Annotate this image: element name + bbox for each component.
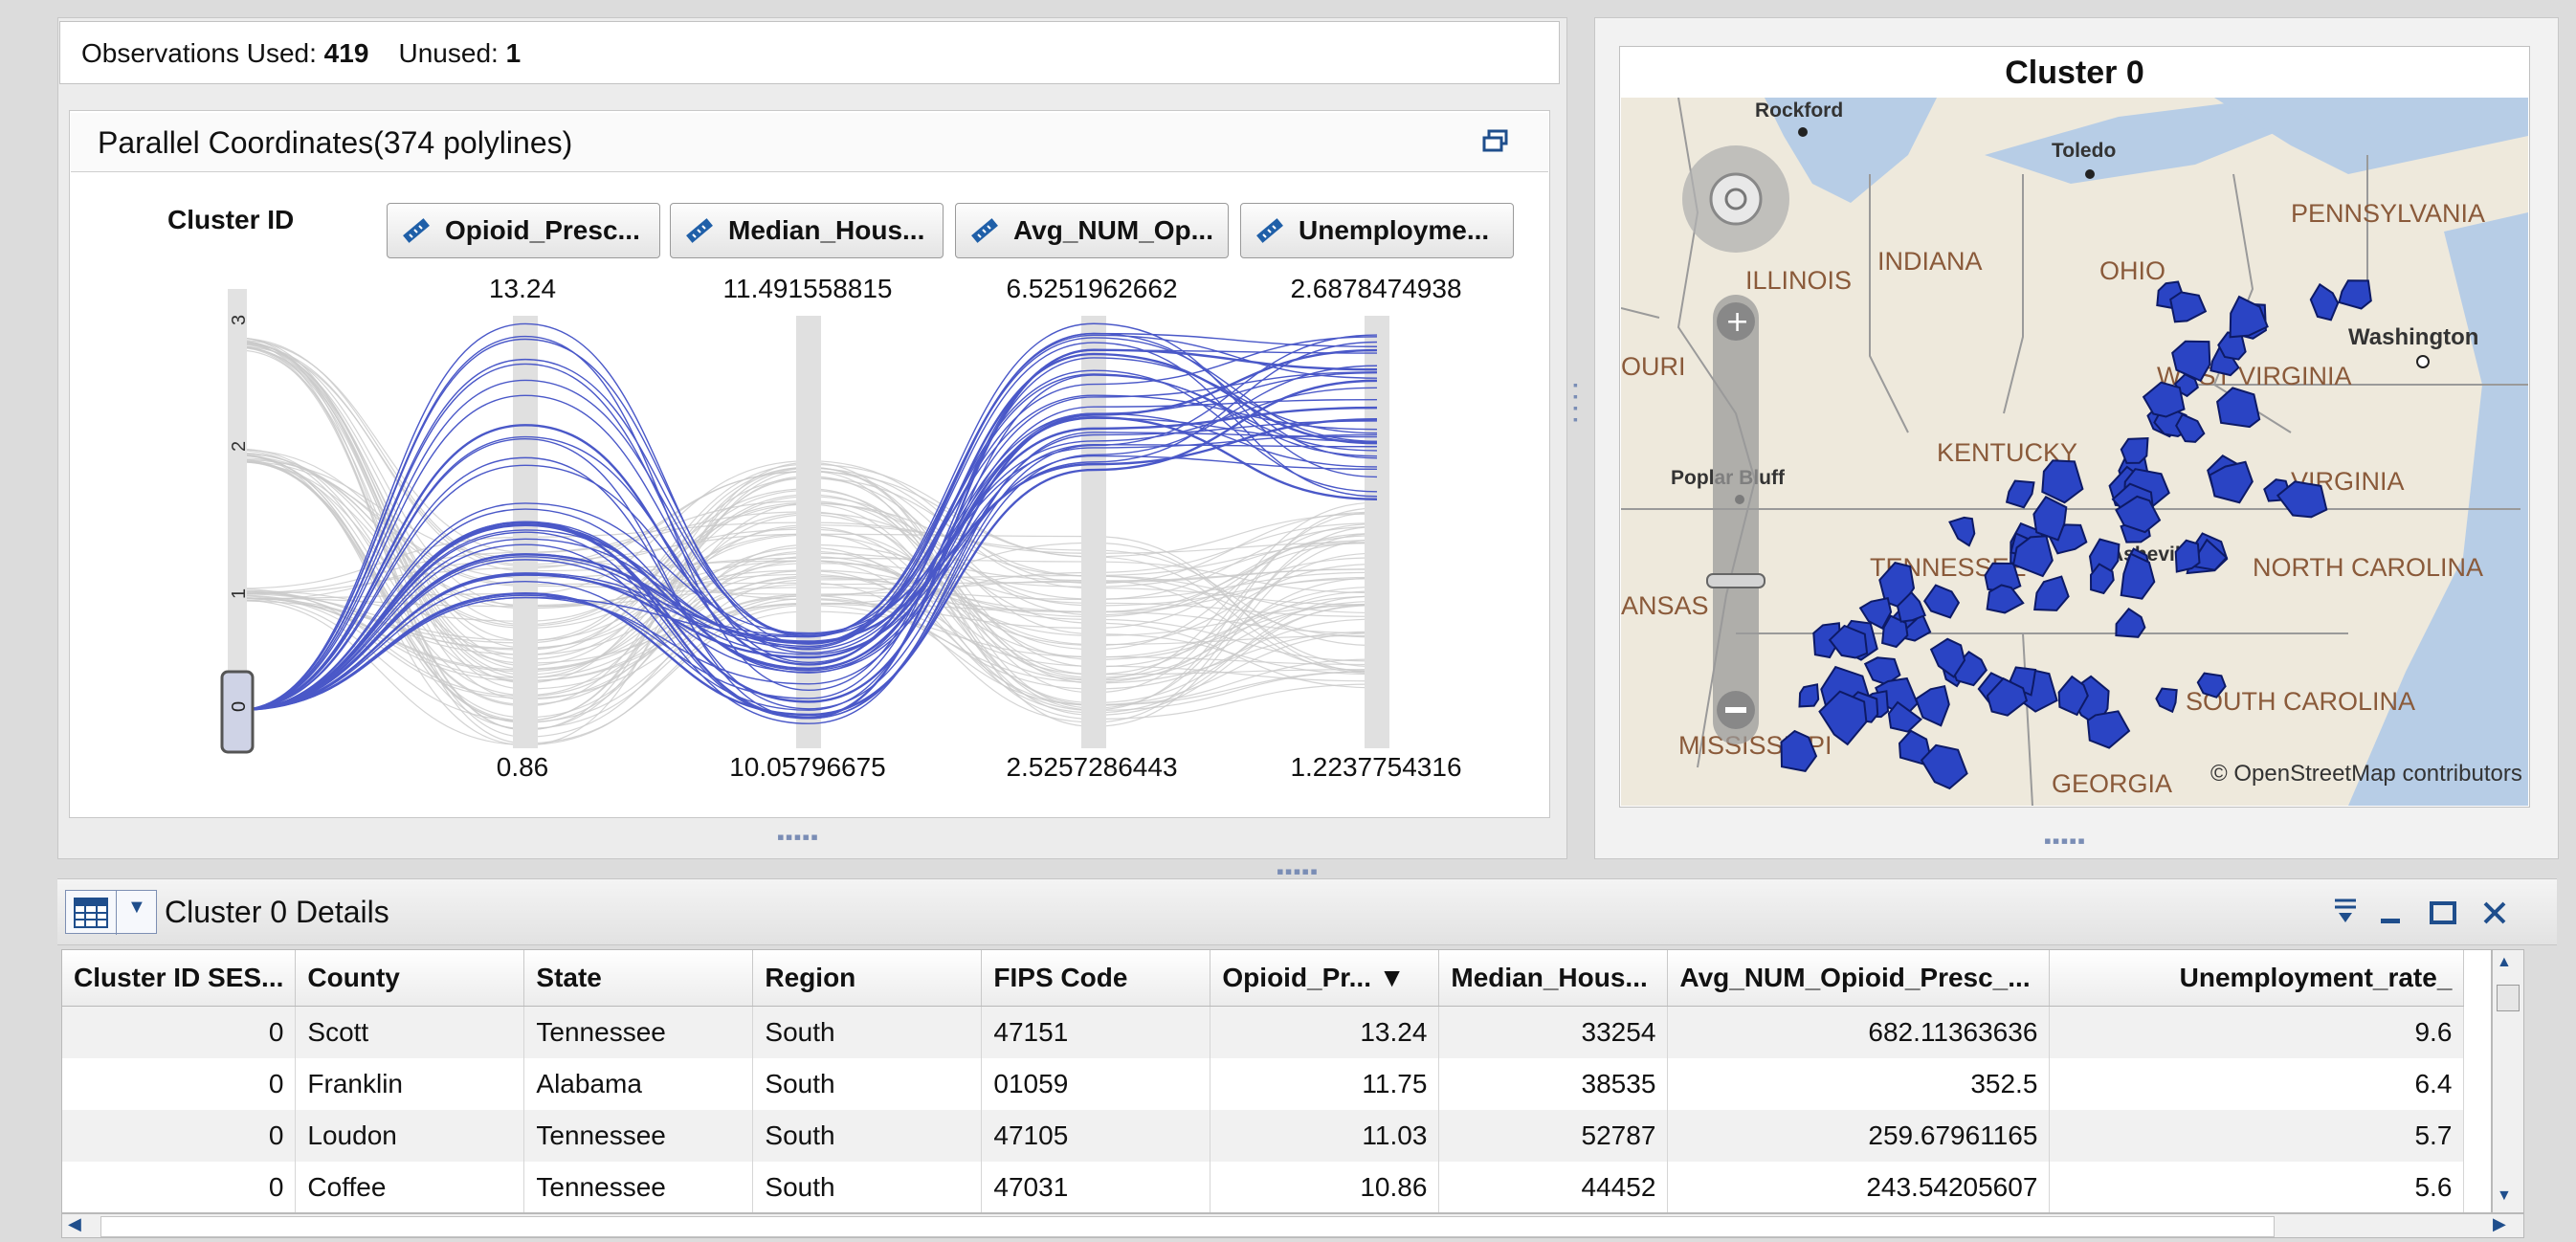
cell-avg-num-opioid: 259.67961165 — [1667, 1110, 2051, 1162]
svg-text:+: + — [1725, 305, 1749, 339]
panel-resize-handle[interactable]: ▪▪▪▪▪ — [777, 825, 819, 850]
parallel-coordinates-canvas: 3 2 1 0 — [220, 289, 1389, 754]
scroll-left-icon[interactable]: ◀ — [68, 1214, 81, 1234]
map-city-label: Rockford — [1755, 100, 1843, 122]
table-view-menu-button[interactable]: ▼ — [65, 890, 157, 935]
map-resize-handle[interactable]: ▪▪▪▪▪ — [2044, 829, 2086, 854]
cell-region: South — [752, 1006, 983, 1058]
map-navigation-controls: + — [1682, 145, 1789, 744]
scroll-up-icon[interactable]: ▲ — [2497, 954, 2512, 971]
details-title: Cluster 0 Details — [165, 895, 389, 929]
geo-map[interactable]: INDIANA OHIO ILLINOIS OURI WEST VIRGINIA… — [1621, 98, 2528, 806]
map-attribution: © OpenStreetMap contributors — [2210, 761, 2522, 787]
cell-avg-num-opioid: 243.54205607 — [1667, 1162, 2051, 1212]
cell-county: Loudon — [295, 1110, 525, 1162]
minimize-icon[interactable] — [2377, 896, 2406, 928]
column-header-county[interactable]: County — [295, 950, 525, 1007]
table-row[interactable]: 0 Franklin Alabama South 01059 11.75 385… — [62, 1058, 2465, 1110]
cell-cluster-id: 0 — [62, 1058, 297, 1110]
details-toolbar — [57, 878, 2557, 945]
table-row[interactable]: 0 Loudon Tennessee South 47105 11.03 527… — [62, 1110, 2465, 1162]
cell-fips: 01059 — [981, 1058, 1211, 1110]
map-label: NORTH CAROLINA — [2253, 553, 2483, 582]
map-label: OURI — [1621, 352, 1686, 381]
cluster-tick: 1 — [229, 588, 250, 599]
cell-unemployment: 6.4 — [2049, 1058, 2465, 1110]
map-title: Cluster 0 — [2005, 55, 2144, 91]
maximize-icon[interactable] — [2429, 896, 2457, 928]
map-city-label: Washington — [2348, 324, 2478, 350]
cell-region: South — [752, 1110, 983, 1162]
vertical-scrollbar[interactable]: ▲ ▼ — [2492, 949, 2524, 1213]
cluster-tick: 0 — [229, 701, 250, 712]
cell-opioid: 13.24 — [1210, 1006, 1440, 1058]
table-row[interactable]: 0 Coffee Tennessee South 47031 10.86 444… — [62, 1162, 2465, 1212]
cell-opioid: 10.86 — [1210, 1162, 1440, 1212]
cell-median-house: 33254 — [1438, 1006, 1669, 1058]
cell-fips: 47105 — [981, 1110, 1211, 1162]
cell-unemployment: 5.6 — [2049, 1162, 2465, 1212]
pan-center-icon[interactable] — [1709, 172, 1763, 226]
scroll-thumb[interactable] — [2497, 985, 2520, 1011]
cell-cluster-id: 0 — [62, 1110, 297, 1162]
cell-unemployment: 5.7 — [2049, 1110, 2465, 1162]
zoom-slider[interactable] — [1713, 295, 1759, 744]
chevron-down-icon: ▼ — [127, 897, 146, 918]
horizontal-scrollbar[interactable]: ◀ ▶ — [61, 1213, 2524, 1238]
cell-county: Coffee — [295, 1162, 525, 1212]
map-label: GEORGIA — [2052, 769, 2172, 798]
column-header-median-house[interactable]: Median_Hous... — [1438, 950, 1669, 1007]
map-label: INDIANA — [1877, 247, 1983, 276]
avg-num-opioid-axis[interactable] — [1081, 316, 1106, 748]
table-icon — [74, 898, 108, 928]
column-header-unemployment[interactable]: Unemployment_rate_ — [2049, 950, 2465, 1007]
cell-median-house: 38535 — [1438, 1058, 1669, 1110]
column-header-avg-num-opioid[interactable]: Avg_NUM_Opioid_Presc_... — [1667, 950, 2051, 1007]
horizontal-scroll-thumb[interactable] — [100, 1216, 2275, 1237]
cell-avg-num-opioid: 682.11363636 — [1667, 1006, 2051, 1058]
table-row[interactable]: 0 Scott Tennessee South 47151 13.24 3325… — [62, 1006, 2465, 1058]
column-header-opioid-prescribing[interactable]: Opioid_Pr... ▼ — [1210, 950, 1440, 1007]
cell-median-house: 52787 — [1438, 1110, 1669, 1162]
close-icon[interactable] — [2480, 896, 2509, 928]
cell-region: South — [752, 1162, 983, 1212]
cell-state: Tennessee — [523, 1162, 754, 1212]
column-header-cluster-id[interactable]: Cluster ID SES... — [62, 950, 297, 1007]
cell-unemployment: 9.6 — [2049, 1006, 2465, 1058]
cell-county: Scott — [295, 1006, 525, 1058]
scroll-right-icon[interactable]: ▶ — [2493, 1214, 2506, 1234]
map-label: PENNSYLVANIA — [2291, 199, 2485, 228]
details-table: Cluster ID SES... County State Region FI… — [61, 949, 2492, 1213]
scroll-down-icon[interactable]: ▼ — [2497, 1187, 2512, 1205]
map-label: OHIO — [2099, 256, 2165, 285]
cell-median-house: 44452 — [1438, 1162, 1669, 1212]
map-city-label: Toledo — [2052, 140, 2116, 162]
cell-cluster-id: 0 — [62, 1162, 297, 1212]
cell-region: South — [752, 1058, 983, 1110]
column-header-state[interactable]: State — [523, 950, 754, 1007]
zoom-slider-thumb[interactable] — [1706, 573, 1765, 588]
filter-icon[interactable] — [2331, 896, 2360, 928]
table-header-row: Cluster ID SES... County State Region FI… — [62, 950, 2465, 1007]
column-header-fips-code[interactable]: FIPS Code — [981, 950, 1211, 1007]
cell-avg-num-opioid: 352.5 — [1667, 1058, 2051, 1110]
cluster-tick: 3 — [229, 315, 250, 325]
cell-fips: 47031 — [981, 1162, 1211, 1212]
cell-fips: 47151 — [981, 1006, 1211, 1058]
cell-state: Tennessee — [523, 1006, 754, 1058]
cluster-tick: 2 — [229, 441, 250, 452]
cell-opioid: 11.75 — [1210, 1058, 1440, 1110]
vertical-splitter[interactable]: ▪ ▪ ▪ ▪ — [1573, 378, 1583, 436]
cell-county: Franklin — [295, 1058, 525, 1110]
column-header-region[interactable]: Region — [752, 950, 983, 1007]
cell-cluster-id: 0 — [62, 1006, 297, 1058]
cell-state: Tennessee — [523, 1110, 754, 1162]
cell-opioid: 11.03 — [1210, 1110, 1440, 1162]
cell-state: Alabama — [523, 1058, 754, 1110]
